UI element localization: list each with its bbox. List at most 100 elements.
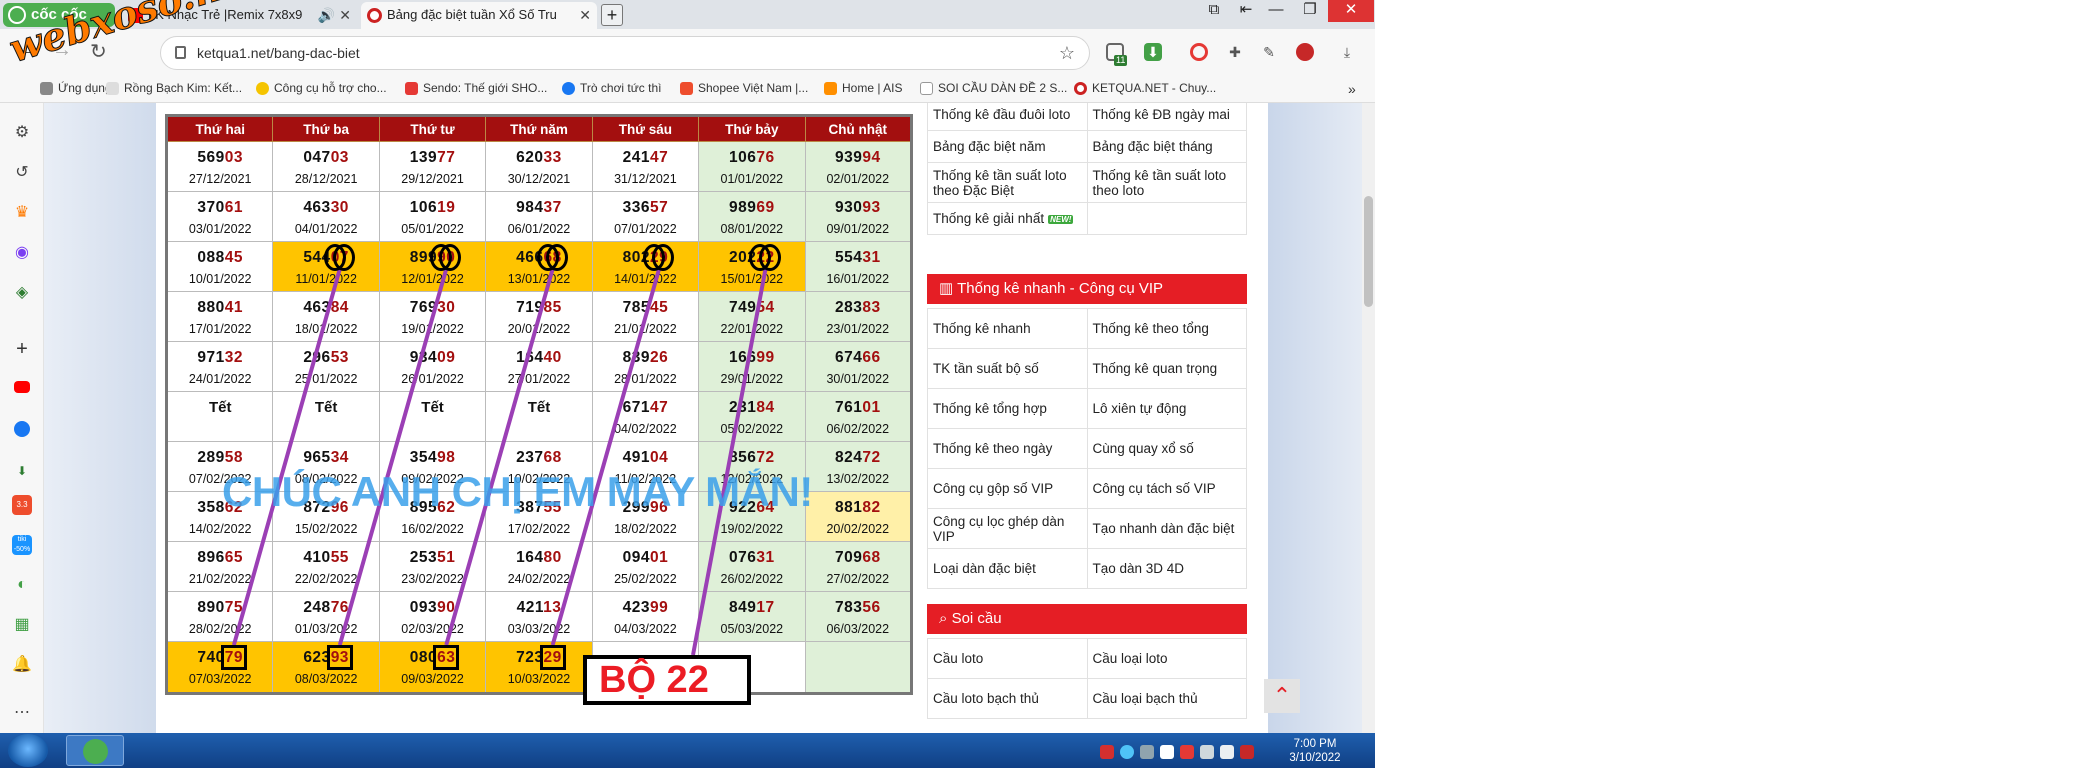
stat-link[interactable]: Thống kê tổng hợp <box>927 388 1088 429</box>
stat-link[interactable]: Thống kê tần suất loto theo Đặc Biệt <box>927 162 1088 203</box>
result-cell: 25351 23/02/2022 <box>378 541 487 592</box>
extension-icon[interactable]: 11 <box>1106 43 1128 66</box>
edit-pen-icon[interactable]: ✎ <box>1260 43 1278 61</box>
bookmark-ais[interactable]: Home | AIS <box>824 81 902 95</box>
stat-link[interactable]: Thống kê ĐB ngày mai <box>1086 103 1247 131</box>
settings-gear-icon[interactable]: ⚙ <box>12 123 32 143</box>
tray-monitor-icon[interactable] <box>1200 745 1214 759</box>
link-label: Thống kê tần suất loto theo loto <box>1092 167 1227 198</box>
number-prefix: 890 <box>197 599 225 616</box>
messenger-icon[interactable]: ◉ <box>12 243 32 263</box>
tray-vietkey-icon[interactable] <box>1240 745 1254 759</box>
tray-flag-icon[interactable] <box>1160 745 1174 759</box>
result-cell: 24876 01/03/2022 <box>272 591 380 642</box>
stat-link[interactable]: Loại dàn đặc biệt <box>927 548 1088 589</box>
link-row: Loại dàn đặc biệt Tạo dàn 3D 4D <box>927 548 1247 589</box>
tiki-sidebar-icon[interactable]: tiki -50% <box>12 535 32 555</box>
tray-app-icon[interactable] <box>1100 745 1114 759</box>
facebook-icon[interactable] <box>14 421 30 437</box>
taskbar-clock[interactable]: 7:00 PM 3/10/2022 <box>1275 737 1355 765</box>
bookmarks-overflow-icon[interactable]: » <box>1344 81 1356 97</box>
stat-link[interactable]: Lô xiên tự động <box>1086 388 1247 429</box>
crown-icon[interactable]: ♛ <box>12 203 32 223</box>
games-sidebar-icon[interactable]: ◐ <box>12 575 32 595</box>
stat-link[interactable]: Tạo dàn 3D 4D <box>1086 548 1247 589</box>
stat-link[interactable]: Thống kê tần suất loto theo loto <box>1086 162 1247 203</box>
draw-date: 27/02/2022 <box>826 572 890 586</box>
close-tab-icon[interactable]: ✕ <box>339 2 351 28</box>
coccoc-rewards-icon[interactable] <box>1190 43 1208 61</box>
scrollbar-thumb[interactable] <box>1364 196 1373 307</box>
tab-ketqua[interactable]: Bảng đặc biệt tuần Xổ Số Tru ✕ <box>361 2 597 29</box>
notification-bell-icon[interactable]: 🔔 <box>12 655 32 675</box>
tray-security-icon[interactable] <box>1180 745 1194 759</box>
profile-avatar[interactable] <box>1296 43 1314 61</box>
stat-link[interactable]: Bảng đặc biệt tháng <box>1086 130 1247 163</box>
bookmark-sendo[interactable]: Sendo: Thế giới SHO... <box>405 81 547 95</box>
stat-link[interactable]: Thống kê đầu đuôi loto <box>927 103 1088 131</box>
bookmark-cong-cu[interactable]: Công cụ hỗ trợ cho... <box>256 81 387 95</box>
number-prefix: 761 <box>834 399 863 416</box>
special-number: 16440 <box>486 349 591 367</box>
extensions-puzzle-icon[interactable]: ✚ <box>1226 43 1244 61</box>
stat-link[interactable]: Thống kê theo ngày <box>927 428 1088 469</box>
downloads-icon[interactable]: ⤓ <box>1338 43 1356 61</box>
stat-link[interactable]: Công cụ lọc ghép dàn VIP <box>927 508 1088 549</box>
stat-link[interactable]: Bảng đặc biệt năm <box>927 130 1088 163</box>
number-prefix: 899 <box>409 249 438 266</box>
youtube-icon[interactable] <box>14 381 30 393</box>
reload-icon[interactable]: ↻ <box>90 39 107 64</box>
speaker-icon[interactable]: 🔊 <box>318 2 335 28</box>
url-field[interactable]: ketqua1.net/bang-dac-biet ☆ <box>160 36 1090 70</box>
stat-link[interactable]: Thống kê theo tổng <box>1086 308 1247 349</box>
back-icon[interactable]: ← <box>16 39 36 62</box>
shopee-sidebar-icon[interactable]: 3.3 <box>12 495 32 515</box>
draw-date: 07/01/2022 <box>614 222 677 236</box>
bookmark-star-icon[interactable]: ☆ <box>1059 37 1075 69</box>
back-to-top-button[interactable]: ⌃ <box>1264 679 1300 713</box>
gamepad-icon[interactable]: ◈ <box>12 283 32 303</box>
special-number: 16480 <box>486 549 591 567</box>
coccoc-menu-button[interactable]: cốc cốc <box>3 3 115 27</box>
tray-usb-icon[interactable] <box>1140 745 1154 759</box>
stat-link[interactable]: TK tần suất bộ số <box>927 348 1088 389</box>
bookmark-shopee[interactable]: Shopee Việt Nam |... <box>680 81 808 95</box>
stat-link[interactable]: Cầu loại loto <box>1086 638 1247 679</box>
bookmark-soi-cau[interactable]: SOI CẦU DÀN ĐỀ 2 S... <box>920 81 1067 95</box>
bookmark-tro-choi[interactable]: Trò chơi tức thì <box>562 81 661 95</box>
stat-link[interactable]: Cầu loto <box>927 638 1088 679</box>
stat-link[interactable]: Tạo nhanh dàn đặc biệt <box>1086 508 1247 549</box>
new-tab-button[interactable]: + <box>601 4 623 26</box>
bookmark-ketqua-net[interactable]: KETQUA.NET - Chuy... <box>1074 81 1216 95</box>
draw-date: 11/01/2022 <box>295 272 357 286</box>
sheet-sidebar-icon[interactable]: ▦ <box>12 615 32 635</box>
start-button[interactable] <box>8 734 48 767</box>
tray-network-icon[interactable] <box>1120 745 1134 759</box>
download-small-icon[interactable]: ⬇ <box>12 461 32 481</box>
history-icon[interactable]: ↺ <box>12 163 32 183</box>
stat-link[interactable]: Thống kê quan trọng <box>1086 348 1247 389</box>
download-green-icon[interactable]: ⬇ <box>1144 43 1162 61</box>
draw-date: 23/01/2022 <box>826 322 890 336</box>
draw-date: 18/02/2022 <box>614 522 677 536</box>
bookmark-apps[interactable]: Ứng dụng <box>40 81 112 95</box>
add-sidebar-icon[interactable]: + <box>12 339 32 359</box>
tray-volume-icon[interactable] <box>1220 745 1234 759</box>
page-scrollbar[interactable] <box>1362 103 1375 733</box>
maximize-button[interactable]: ❐ <box>1290 0 1330 22</box>
special-number: 85672 <box>699 449 804 467</box>
stat-link[interactable]: Cầu loto bạch thủ <box>927 678 1088 719</box>
stat-link[interactable]: Thống kê nhanh <box>927 308 1088 349</box>
stat-link[interactable]: Công cụ gộp số VIP <box>927 468 1088 509</box>
more-options-icon[interactable]: ⋯ <box>12 703 32 723</box>
tab-youtube[interactable]: LK Nhạc Trẻ |Remix 7x8x9 🔊 ✕ <box>122 2 357 29</box>
stat-link[interactable]: Cầu loại bạch thủ <box>1086 678 1247 719</box>
close-tab-icon[interactable]: ✕ <box>579 2 591 28</box>
stat-link[interactable]: Cùng quay xổ số <box>1086 428 1247 469</box>
taskbar-coccoc-app[interactable] <box>66 735 124 766</box>
bookmark-rong-bach-kim[interactable]: Rồng Bạch Kim: Kết... <box>106 81 242 95</box>
forward-icon[interactable]: → <box>52 39 72 62</box>
stat-link[interactable]: Công cụ tách số VIP <box>1086 468 1247 509</box>
stat-link[interactable]: Thống kê giải nhất NEW! <box>927 202 1088 235</box>
close-window-button[interactable]: ✕ <box>1328 0 1374 22</box>
